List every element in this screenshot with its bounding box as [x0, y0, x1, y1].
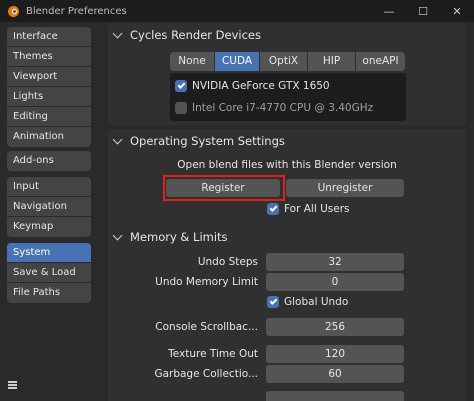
main-content: Cycles Render Devices None CUDA OptiX HI… [100, 22, 474, 401]
console-scrollback-label: Console Scrollbac... [155, 321, 258, 333]
sidebar: Interface Themes Viewport Lights Editing… [0, 22, 100, 401]
blender-logo-icon [6, 4, 20, 18]
texture-time-out-field[interactable]: 120 [266, 345, 404, 363]
sidebar-item-themes[interactable]: Themes [7, 47, 91, 67]
register-highlight-box [163, 175, 285, 201]
sidebar-item-editing[interactable]: Editing [7, 107, 91, 127]
undo-steps-label: Undo Steps [197, 256, 258, 268]
tab-optix[interactable]: OptiX [260, 52, 307, 71]
compute-device-tabs: None CUDA OptiX HIP oneAPI [170, 52, 405, 71]
undo-memory-limit-field[interactable]: 0 [266, 273, 404, 291]
os-panel-header[interactable]: Operating System Settings [108, 129, 466, 153]
nav-group-input: Input Navigation Keymap [7, 177, 91, 237]
tab-hip[interactable]: HIP [308, 52, 355, 71]
sidebar-item-add-ons[interactable]: Add-ons [7, 151, 91, 171]
sidebar-item-interface[interactable]: Interface [7, 27, 91, 47]
texture-time-out-label: Texture Time Out [168, 348, 258, 360]
device-name: NVIDIA GeForce GTX 1650 [192, 80, 330, 92]
checkmark-icon [177, 81, 185, 89]
for-all-users-toggle[interactable]: For All Users [267, 200, 350, 218]
checkmark-icon [269, 297, 277, 305]
device-row-cpu[interactable]: Intel Core i7-4770 CPU @ 3.40GHz [175, 99, 373, 117]
tab-oneapi[interactable]: oneAPI [356, 52, 405, 71]
open-blend-files-label: Open blend files with this Blender versi… [177, 159, 397, 171]
sidebar-item-viewport[interactable]: Viewport [7, 67, 91, 87]
partially-visible-field[interactable] [266, 391, 404, 401]
chevron-down-icon [112, 230, 123, 240]
sidebar-item-save-load[interactable]: Save & Load [7, 263, 91, 283]
for-all-users-label: For All Users [284, 203, 350, 215]
device-list: NVIDIA GeForce GTX 1650 Intel Core i7-47… [170, 73, 406, 121]
sidebar-item-animation[interactable]: Animation [7, 127, 91, 147]
sidebar-item-system[interactable]: System [7, 243, 91, 263]
tab-none[interactable]: None [170, 52, 214, 71]
nav-group-system: System Save & Load File Paths [7, 243, 91, 303]
sidebar-item-file-paths[interactable]: File Paths [7, 283, 91, 303]
device-name: Intel Core i7-4770 CPU @ 3.40GHz [192, 102, 374, 114]
memory-limits-panel: Memory & Limits Undo Steps 32 Undo Memor… [108, 225, 466, 401]
global-undo-checkbox[interactable] [267, 296, 279, 308]
undo-steps-field[interactable]: 32 [266, 253, 404, 271]
nav-group-display: Interface Themes Viewport Lights Editing… [7, 27, 91, 147]
sidebar-item-input[interactable]: Input [7, 177, 91, 197]
device-row-gpu[interactable]: NVIDIA GeForce GTX 1650 [175, 77, 330, 95]
chevron-down-icon [112, 134, 123, 144]
panel-title: Cycles Render Devices [130, 28, 261, 42]
unregister-button[interactable]: Unregister [286, 179, 404, 197]
garbage-collection-field[interactable]: 60 [266, 365, 404, 383]
for-all-users-checkbox[interactable] [267, 203, 279, 215]
garbage-collection-label: Garbage Collectio... [154, 368, 258, 380]
sidebar-item-keymap[interactable]: Keymap [7, 217, 91, 237]
minimize-button[interactable]: — [372, 0, 406, 22]
close-button[interactable]: ✕ [440, 0, 474, 22]
sidebar-item-lights[interactable]: Lights [7, 87, 91, 107]
maximize-button[interactable]: ☐ [406, 0, 440, 22]
title-bar: Blender Preferences — ☐ ✕ [0, 0, 474, 22]
global-undo-label: Global Undo [284, 296, 349, 308]
cycles-panel-header[interactable]: Cycles Render Devices [108, 23, 466, 47]
console-scrollback-field[interactable]: 256 [266, 318, 404, 336]
panel-title: Operating System Settings [130, 134, 285, 148]
tab-cuda[interactable]: CUDA [215, 52, 259, 71]
sidebar-item-navigation[interactable]: Navigation [7, 197, 91, 217]
checkmark-icon [269, 204, 277, 212]
global-undo-toggle[interactable]: Global Undo [267, 293, 348, 311]
hamburger-menu-icon[interactable] [8, 381, 17, 389]
memory-panel-header[interactable]: Memory & Limits [108, 225, 466, 249]
cycles-render-devices-panel: Cycles Render Devices None CUDA OptiX HI… [108, 23, 466, 125]
undo-memory-limit-label: Undo Memory Limit [155, 276, 258, 288]
cpu-checkbox[interactable] [175, 102, 187, 114]
os-settings-panel: Operating System Settings Open blend fil… [108, 129, 466, 239]
panel-title: Memory & Limits [130, 230, 228, 244]
chevron-down-icon [112, 28, 123, 38]
window-title: Blender Preferences [26, 5, 127, 17]
nav-group-addons: Add-ons [7, 151, 91, 171]
window-controls: — ☐ ✕ [372, 0, 474, 22]
gpu-checkbox[interactable] [175, 80, 187, 92]
